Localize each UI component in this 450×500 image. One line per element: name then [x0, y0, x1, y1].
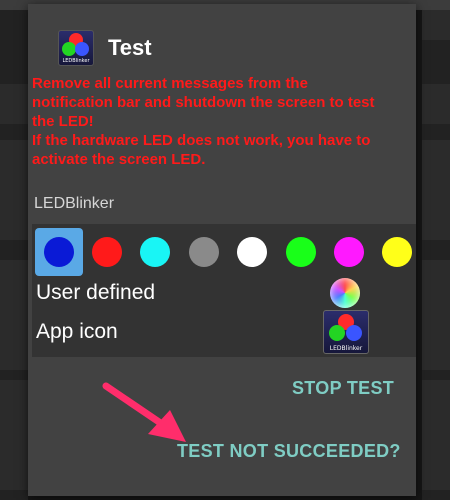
test-dialog: LEDBlinker Test Remove all current messa… — [28, 4, 416, 496]
message-line: the LED! — [32, 113, 94, 130]
color-dot — [286, 237, 316, 267]
logo-text: LEDBlinker — [62, 58, 90, 64]
background-list-item — [0, 260, 28, 370]
color-dot — [382, 237, 412, 267]
color-swatch-yellow[interactable] — [373, 228, 421, 276]
color-swatch-white[interactable] — [228, 228, 276, 276]
user-defined-label: User defined — [36, 281, 156, 304]
pointer-arrow-icon — [102, 382, 186, 442]
dialog-header: LEDBlinker Test — [58, 28, 152, 68]
test-not-succeeded-button[interactable]: TEST NOT SUCCEEDED? — [177, 441, 401, 462]
message-line: notification bar and shutdown the screen… — [32, 94, 375, 111]
background-list-item — [0, 84, 28, 124]
color-swatch-cyan[interactable] — [131, 228, 179, 276]
app-icon-label: App icon — [36, 320, 118, 343]
ledblinker-logo-icon: LEDBlinker — [58, 30, 94, 66]
color-swatch-row — [32, 228, 416, 276]
instruction-message: Remove all current messages from the not… — [32, 74, 414, 169]
user-defined-option[interactable]: User defined — [32, 276, 416, 310]
color-dot — [189, 237, 219, 267]
background-list-item — [422, 260, 450, 370]
background-list-item — [0, 380, 28, 490]
message-line: Remove all current messages from the — [32, 75, 308, 92]
arrow-shaft — [102, 382, 166, 428]
message-line: activate the screen LED. — [32, 151, 206, 168]
color-dot — [334, 237, 364, 267]
background-list-item — [422, 10, 450, 40]
section-label: LEDBlinker — [34, 195, 115, 212]
background-list-item — [422, 84, 450, 124]
color-swatch-green[interactable] — [277, 228, 325, 276]
color-swatch-gray[interactable] — [180, 228, 228, 276]
color-dot — [92, 237, 122, 267]
message-line: If the hardware LED does not work, you h… — [32, 132, 371, 149]
background-list-item — [422, 380, 450, 490]
led-options-panel: User defined App icon LEDBlinker — [32, 224, 416, 357]
app-icon-option[interactable]: App icon LEDBlinker — [32, 310, 416, 354]
ledblinker-app-icon[interactable]: LEDBlinker — [323, 310, 369, 354]
background-list-item — [422, 140, 450, 240]
color-swatch-blue[interactable] — [35, 228, 83, 276]
app-icon-text: LEDBlinker — [329, 345, 363, 352]
rainbow-color-picker-icon[interactable] — [330, 278, 360, 308]
color-dot — [140, 237, 170, 267]
color-swatch-magenta[interactable] — [325, 228, 373, 276]
color-dot — [44, 237, 74, 267]
stop-test-button[interactable]: STOP TEST — [292, 378, 394, 399]
color-swatch-red[interactable] — [83, 228, 131, 276]
color-dot — [237, 237, 267, 267]
dialog-title: Test — [108, 35, 152, 60]
background-list-item — [0, 140, 28, 240]
